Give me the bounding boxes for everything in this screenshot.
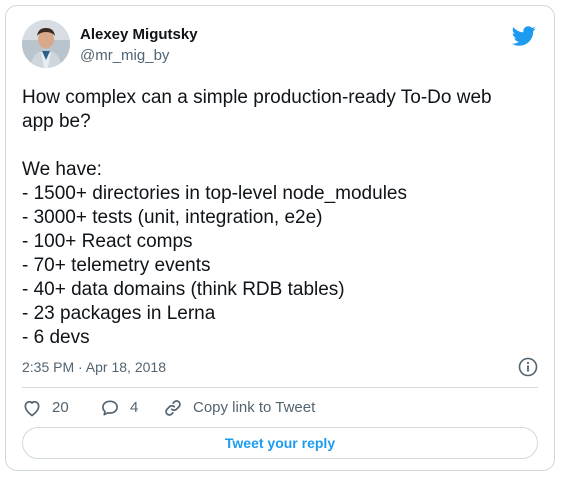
author-handle[interactable]: @mr_mig_by: [80, 46, 198, 66]
tweet-your-reply-button[interactable]: Tweet your reply: [22, 427, 538, 459]
reply-button[interactable]: 4: [100, 396, 138, 420]
tweet-actions: 20 4 Copy link to Tweet: [22, 396, 538, 420]
copy-link-button[interactable]: Copy link to Tweet: [163, 396, 315, 420]
author-display-name[interactable]: Alexey Migutsky: [80, 25, 198, 45]
avatar[interactable]: [22, 20, 70, 68]
speech-bubble-icon: [102, 400, 118, 416]
tweet-line: - 40+ data domains (think RDB tables): [22, 279, 345, 300]
tweet-line: We have:: [22, 159, 102, 180]
tweet-line: - 3000+ tests (unit, integration, e2e): [22, 207, 323, 228]
tweet-line: How complex can a simple production-read…: [22, 87, 492, 108]
copy-link-label: Copy link to Tweet: [193, 399, 316, 416]
tweet-line: - 23 packages in Lerna: [22, 303, 216, 324]
tweet-line: - 6 devs: [22, 327, 90, 348]
avatar-image: [22, 20, 70, 68]
tweet-line: app be?: [22, 111, 91, 132]
reply-count: 4: [130, 399, 139, 416]
tweet-line: - 100+ React comps: [22, 231, 193, 252]
link-icon: [165, 400, 181, 416]
tweet-line: - 1500+ directories in top-level node_mo…: [22, 183, 407, 204]
heart-icon: [24, 400, 40, 417]
tweet-card: Alexey Migutsky @mr_mig_by How complex c…: [5, 5, 555, 471]
tweet-line: [22, 134, 537, 158]
tweet-header: Alexey Migutsky @mr_mig_by: [22, 20, 538, 72]
tweet-timestamp[interactable]: 2:35 PM · Apr 18, 2018: [22, 359, 166, 375]
like-button[interactable]: 20: [22, 396, 69, 420]
author-names: Alexey Migutsky @mr_mig_by: [80, 25, 198, 66]
tweet-text: How complex can a simple production-read…: [22, 86, 537, 350]
like-count: 20: [52, 399, 69, 416]
twitter-bird-icon[interactable]: [511, 24, 536, 48]
info-icon[interactable]: [518, 357, 538, 377]
tweet-meta: 2:35 PM · Apr 18, 2018: [22, 357, 538, 377]
divider: [22, 387, 538, 388]
tweet-line: - 70+ telemetry events: [22, 255, 211, 276]
